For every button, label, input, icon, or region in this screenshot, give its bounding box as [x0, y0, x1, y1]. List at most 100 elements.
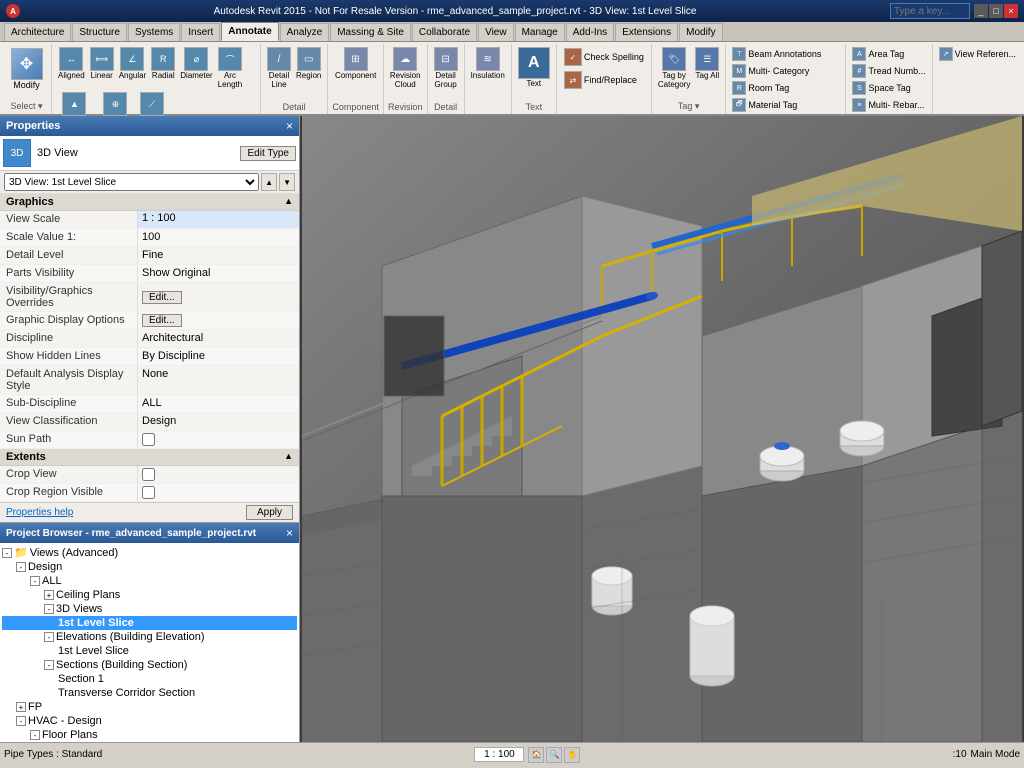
view-selector-dropdown[interactable]: 3D View: 1st Level Slice — [4, 173, 259, 191]
tree-item-transverse[interactable]: Transverse Corridor Section — [2, 686, 297, 700]
tab-architecture[interactable]: Architecture — [4, 23, 71, 41]
component-button[interactable]: ⊞ Component — [333, 46, 378, 81]
prop-value-graphic-display: Edit... — [138, 312, 299, 329]
prop-value-crop-view — [138, 466, 299, 483]
text-button[interactable]: A Text — [516, 46, 552, 89]
titlebar-search[interactable] — [890, 3, 970, 19]
dimension-angular-button[interactable]: ∠ Angular — [117, 46, 149, 90]
graphic-display-edit-button[interactable]: Edit... — [142, 314, 182, 327]
zoom-icon[interactable]: 🔍 — [546, 747, 562, 763]
prop-value-analysis-style: None — [138, 366, 299, 394]
prop-label-parts-vis: Parts Visibility — [0, 265, 138, 282]
titlebar-search-input[interactable] — [890, 3, 970, 19]
revision-cloud-button[interactable]: ☁ RevisionCloud — [388, 46, 423, 90]
close-button[interactable]: × — [1004, 4, 1018, 18]
tree-item-floor-plans[interactable]: - Floor Plans — [2, 728, 297, 742]
crop-region-vis-checkbox[interactable] — [142, 486, 155, 499]
detail-group-button[interactable]: ⊟ DetailGroup — [432, 46, 460, 90]
modify-button[interactable]: ✥ Modify — [9, 46, 45, 92]
scroll-down-button[interactable]: ▼ — [279, 173, 295, 191]
tab-extensions[interactable]: Extensions — [615, 23, 678, 41]
vis-graphics-edit-button[interactable]: Edit... — [142, 291, 182, 304]
properties-footer: Properties help Apply — [0, 502, 299, 522]
multi-rebar-button[interactable]: ≡ Multi- Rebar... — [850, 97, 927, 113]
check-spelling-button[interactable]: ✓ Check Spelling — [561, 46, 647, 68]
beam-annotations-button[interactable]: ⊤ Beam Annotations — [730, 46, 841, 62]
properties-help-link[interactable]: Properties help — [6, 507, 73, 518]
tab-addins[interactable]: Add-Ins — [566, 23, 614, 41]
crop-view-checkbox[interactable] — [142, 468, 155, 481]
tree-item-ceiling-plans[interactable]: + Ceiling Plans — [2, 588, 297, 602]
view-reference-button[interactable]: ↗ View Referen... — [937, 46, 1018, 62]
tab-annotate[interactable]: Annotate — [221, 22, 278, 41]
insulation-button[interactable]: ≋ Insulation — [469, 46, 507, 81]
find-replace-button[interactable]: ⇄ Find/Replace — [561, 69, 647, 91]
titlebar-controls[interactable]: _ □ × — [974, 4, 1018, 18]
tab-collaborate[interactable]: Collaborate — [412, 23, 477, 41]
tree-item-3d-views[interactable]: - 3D Views — [2, 602, 297, 616]
tab-view[interactable]: View — [478, 23, 514, 41]
edit-type-button[interactable]: Edit Type — [240, 146, 296, 161]
tread-number-button[interactable]: # Tread Numb... — [850, 63, 927, 79]
tree-item-all[interactable]: - ALL — [2, 574, 297, 588]
material-tag-button[interactable]: 🗗 Material Tag — [730, 97, 841, 113]
view-dropdown-row: 3D View: 1st Level Slice ▲ ▼ — [0, 171, 299, 194]
scroll-up-button[interactable]: ▲ — [261, 173, 277, 191]
area-tag-button[interactable]: A Area Tag — [850, 46, 927, 62]
viewport[interactable] — [300, 116, 1024, 742]
tree-item-elevation-1st-level[interactable]: 1st Level Slice — [2, 644, 297, 658]
view-scale-input[interactable] — [142, 212, 295, 224]
tree-item-hvac-design[interactable]: - HVAC - Design — [2, 714, 297, 728]
tab-structure[interactable]: Structure — [72, 23, 127, 41]
dimension-arc-button[interactable]: ⌒ ArcLength — [216, 46, 244, 90]
extents-section-header[interactable]: Extents ▲ — [0, 449, 299, 466]
tab-manage[interactable]: Manage — [515, 23, 565, 41]
dimension-linear-button[interactable]: ⟺ Linear — [88, 46, 116, 90]
prop-row-crop-region-vis: Crop Region Visible — [0, 484, 299, 502]
region-button[interactable]: ▭ Region — [294, 46, 323, 90]
tree-item-sections[interactable]: - Sections (Building Section) — [2, 658, 297, 672]
maximize-button[interactable]: □ — [989, 4, 1003, 18]
tab-analyze[interactable]: Analyze — [280, 23, 330, 41]
dimension-diameter-button[interactable]: ⌀ Diameter — [178, 46, 214, 90]
dimension-aligned-button[interactable]: ↔ Aligned — [56, 46, 87, 90]
prop-value-parts-vis: Show Original — [138, 265, 299, 282]
space-tag-button[interactable]: S Space Tag — [850, 80, 927, 96]
tree-item-fp[interactable]: + FP — [2, 700, 297, 714]
tag-all-button[interactable]: ☰ Tag All — [693, 46, 721, 90]
status-pipe-type: Pipe Types : Standard — [4, 749, 102, 760]
tree-item-views-advanced[interactable]: - 📁 Views (Advanced) — [2, 545, 297, 560]
status-zoom: :10 — [953, 749, 967, 760]
tab-systems[interactable]: Systems — [128, 23, 180, 41]
pan-icon[interactable]: ✋ — [564, 747, 580, 763]
nav-icon[interactable]: 🏠 — [528, 747, 544, 763]
graphics-section-header[interactable]: Graphics ▲ — [0, 194, 299, 211]
properties-panel-header: Properties × — [0, 116, 299, 136]
minimize-button[interactable]: _ — [974, 4, 988, 18]
tree-item-elevations[interactable]: - Elevations (Building Elevation) — [2, 630, 297, 644]
left-panel: Properties × 3D 3D View Edit Type 3D Vie… — [0, 116, 300, 742]
prop-label-view-scale: View Scale — [0, 211, 138, 228]
detail-line-button[interactable]: / DetailLine — [265, 46, 293, 90]
tab-insert[interactable]: Insert — [181, 23, 220, 41]
ribbon-content: ✥ Modify Select ▾ ↔ Aligned ⟺ Linear ∠ A… — [0, 42, 1024, 116]
tree-item-1st-level-slice[interactable]: 1st Level Slice — [2, 616, 297, 630]
tag-by-category-button[interactable]: 🏷 Tag byCategory — [656, 46, 692, 90]
tree-item-design[interactable]: - Design — [2, 560, 297, 574]
dimension-radial-button[interactable]: R Radial — [149, 46, 177, 90]
multi-category-button[interactable]: M Multi- Category — [730, 63, 841, 79]
room-tag-button[interactable]: R Room Tag — [730, 80, 841, 96]
project-browser-close[interactable]: × — [286, 526, 293, 540]
prop-value-view-scale[interactable] — [138, 211, 299, 228]
ribbon-group-revision: ☁ RevisionCloud Revision — [384, 44, 428, 114]
properties-panel-close[interactable]: × — [286, 120, 293, 132]
tab-modify[interactable]: Modify — [679, 23, 722, 41]
tab-massing[interactable]: Massing & Site — [330, 23, 411, 41]
group-select-label: Select ▾ — [10, 101, 42, 112]
tree-item-section-1[interactable]: Section 1 — [2, 672, 297, 686]
group-detail-group-label: Detail — [434, 102, 457, 112]
prop-row-parts-vis: Parts Visibility Show Original — [0, 265, 299, 283]
sun-path-checkbox[interactable] — [142, 433, 155, 446]
statusbar-icons[interactable]: 🏠 🔍 ✋ — [528, 747, 580, 763]
apply-button[interactable]: Apply — [246, 505, 293, 520]
